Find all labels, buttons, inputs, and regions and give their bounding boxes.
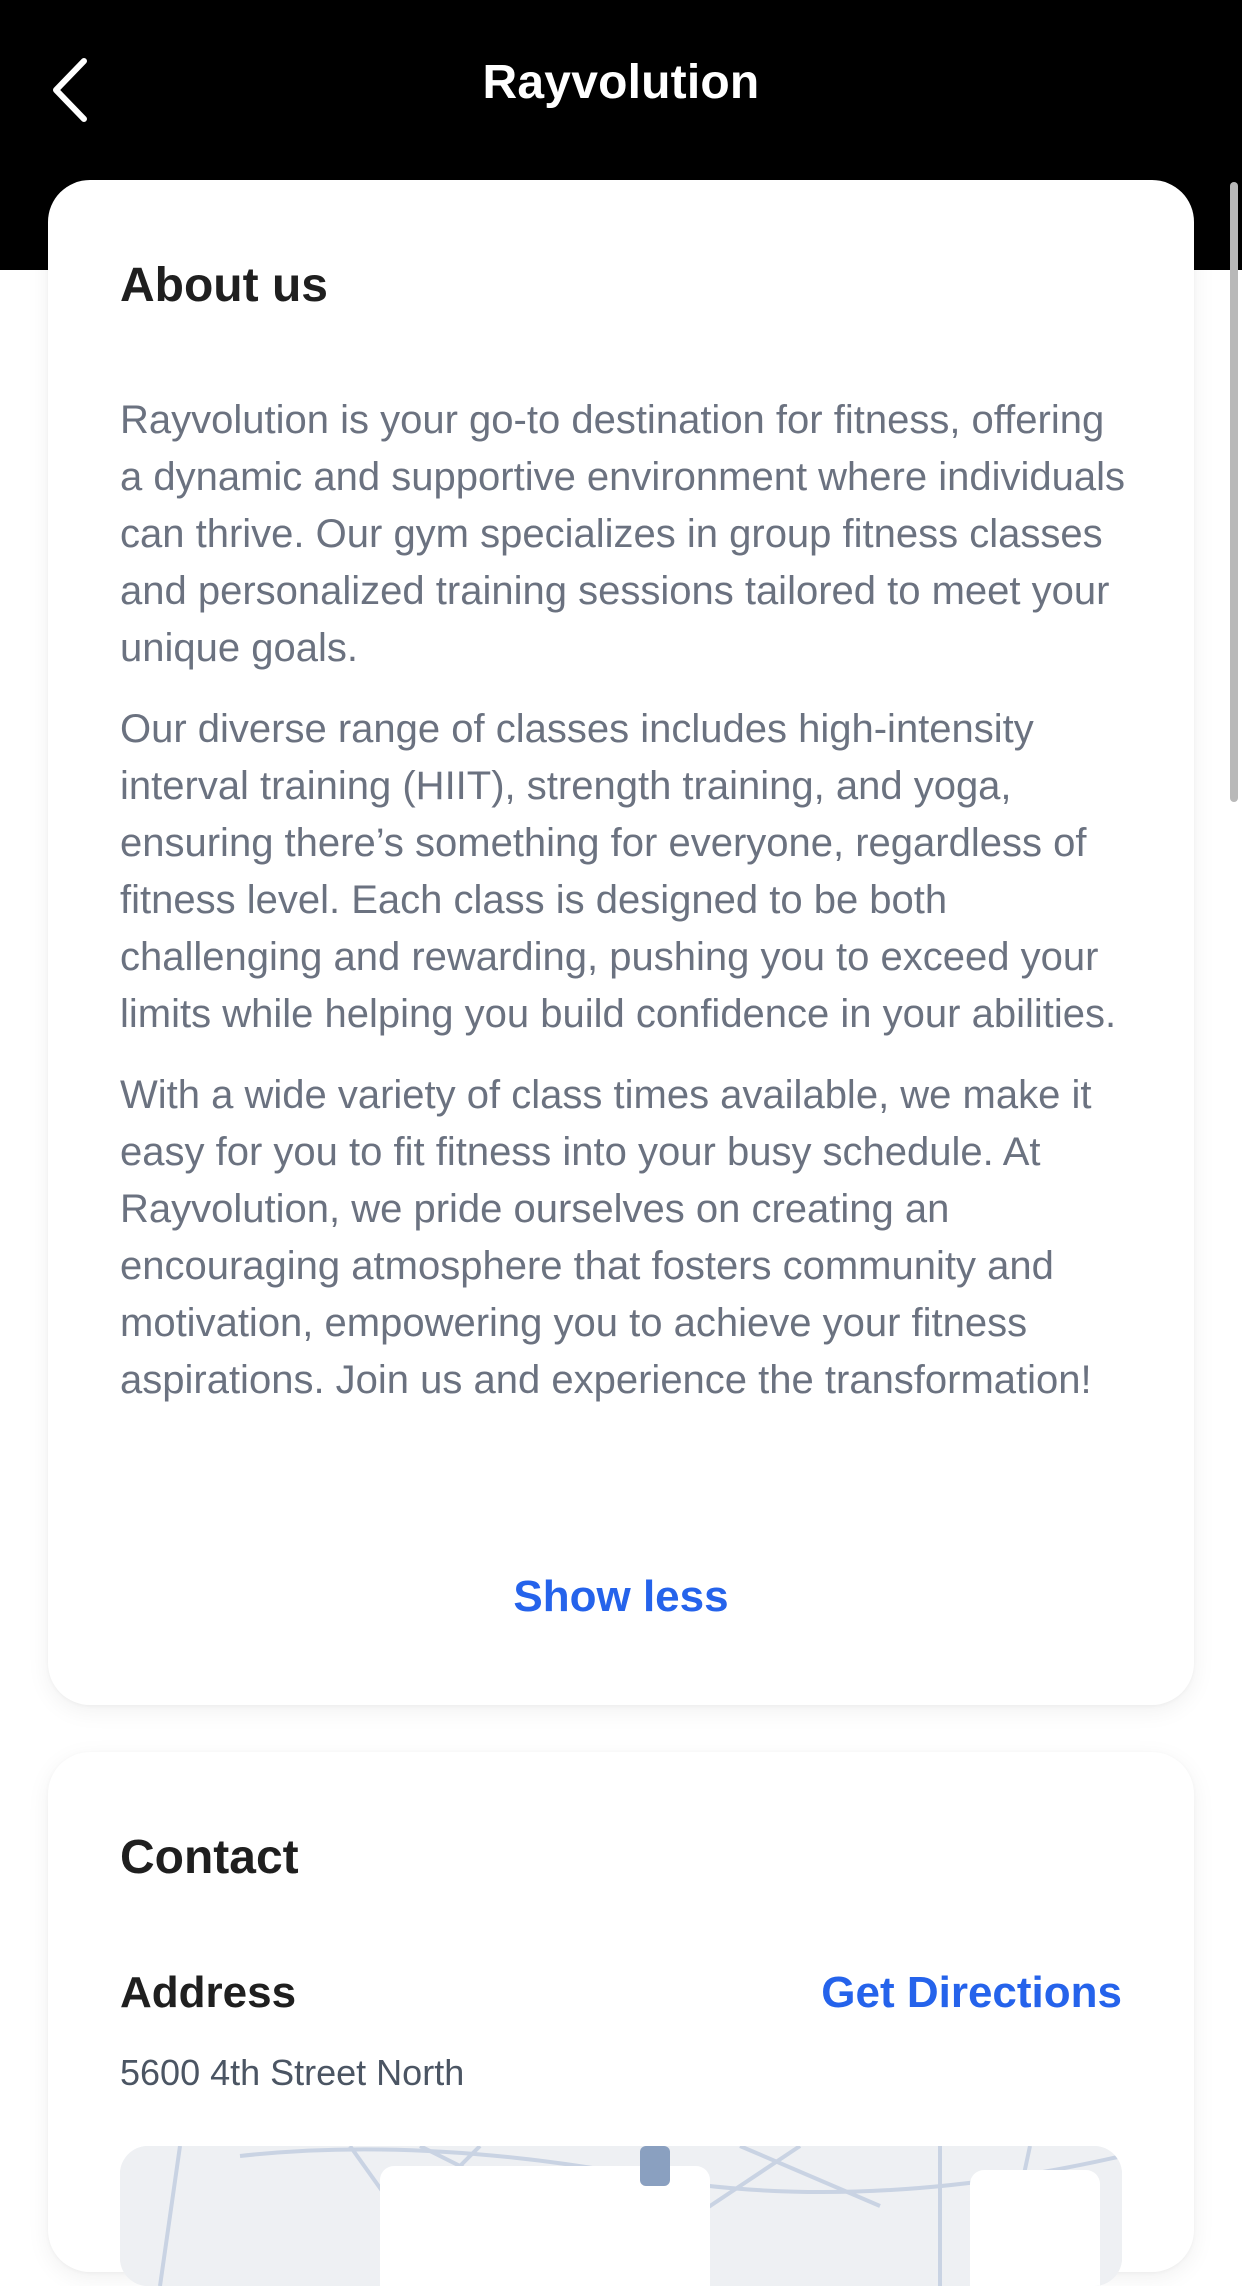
about-paragraph-3: With a wide variety of class times avail…	[120, 1073, 1092, 1402]
map-roads	[120, 2146, 1122, 2286]
about-card: About us Rayvolution is your go-to desti…	[48, 180, 1194, 1705]
contact-card: Contact Address Get Directions 5600 4th …	[48, 1752, 1194, 2286]
page-title: Rayvolution	[482, 56, 760, 109]
about-text: Rayvolution is your go-to destination fo…	[120, 392, 1130, 1433]
show-less-button[interactable]: Show less	[48, 1572, 1194, 1622]
about-paragraph-2: Our diverse range of classes includes hi…	[120, 707, 1117, 1036]
address-value: 5600 4th Street North	[120, 2052, 465, 2093]
scrollbar[interactable]	[1230, 182, 1238, 802]
get-directions-link[interactable]: Get Directions	[821, 1968, 1122, 2018]
map-preview[interactable]	[120, 2146, 1122, 2286]
address-label: Address	[120, 1968, 297, 2017]
about-paragraph-1: Rayvolution is your go-to destination fo…	[120, 398, 1125, 670]
about-heading: About us	[120, 259, 328, 312]
contact-heading: Contact	[120, 1831, 299, 1884]
